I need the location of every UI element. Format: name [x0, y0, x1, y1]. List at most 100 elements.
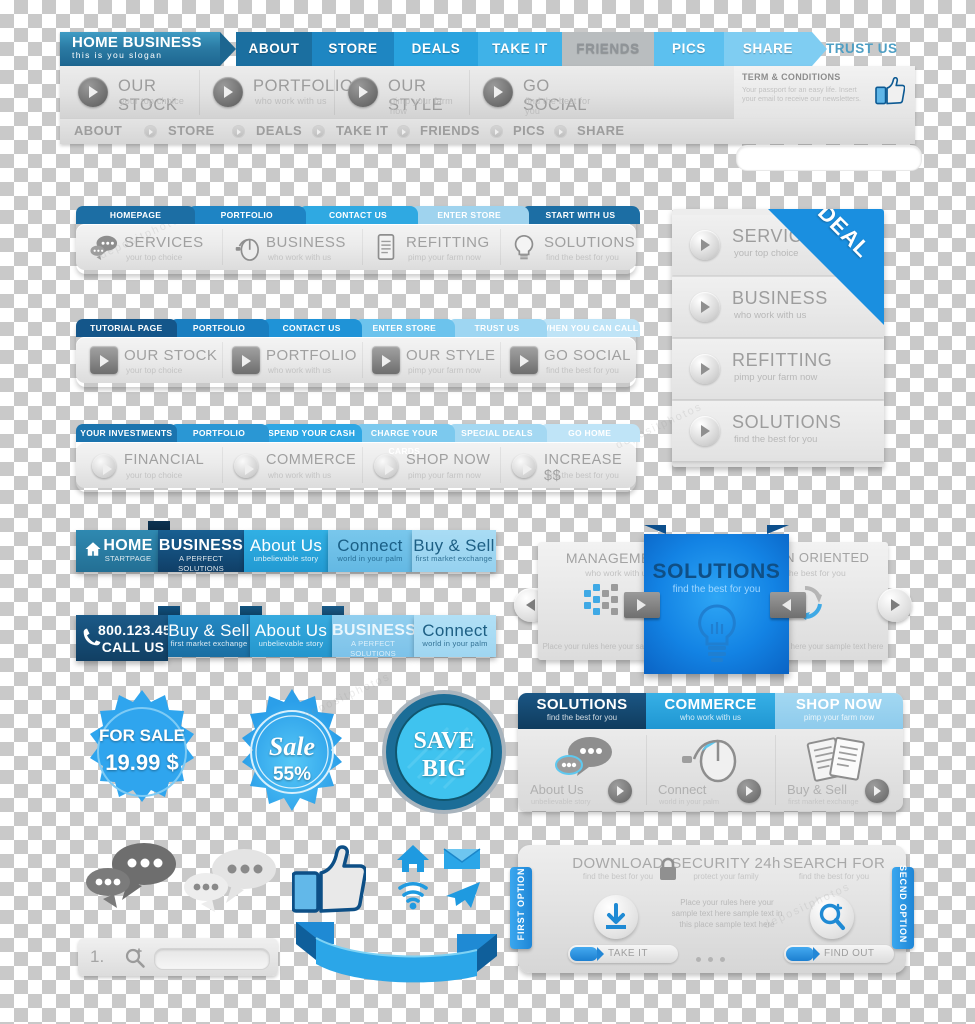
ribbon-connect[interactable]: Connect world in your palm — [328, 530, 412, 572]
play-icon[interactable] — [92, 454, 116, 478]
trust-us-label[interactable]: TRUST US — [826, 32, 898, 66]
deal-corner-ribbon[interactable]: DEAL — [764, 209, 884, 329]
tab-portfolio[interactable]: PORTFOLIO — [168, 424, 270, 442]
take-it-button[interactable]: TAKE IT — [568, 945, 678, 963]
go-button[interactable] — [608, 779, 632, 803]
tab-contact-us[interactable]: CONTACT US — [261, 319, 362, 337]
play-icon[interactable] — [78, 77, 108, 107]
play-icon[interactable] — [90, 346, 118, 374]
ribbon-home[interactable]: HOME STARTPAGE — [76, 530, 158, 572]
tab-contact-us[interactable]: CONTACT US — [298, 206, 418, 224]
tab-special-deals[interactable]: SPECIAL DEALS — [446, 424, 548, 442]
wifi-icon[interactable] — [396, 880, 430, 910]
nav-item-commerce[interactable]: COMMERCE who work with us — [222, 442, 362, 488]
tab-charge-your-cards[interactable]: CHARGE YOUR CARDS — [354, 424, 455, 456]
home-icon[interactable] — [396, 843, 430, 873]
go-button[interactable] — [865, 779, 889, 803]
ribbon-about-us[interactable]: About Us unbelievable story — [244, 530, 328, 572]
tab-go-home[interactable]: GO HOME — [539, 424, 640, 442]
tab-enter-store[interactable]: ENTER STORE — [409, 206, 529, 224]
bottom-nav-deals[interactable]: DEALS — [256, 123, 302, 138]
tab-enter-store[interactable]: ENTER STORE — [354, 319, 455, 337]
ribbon-buy-sell[interactable]: Buy & Sell first market exchange — [158, 606, 250, 657]
search-button[interactable] — [810, 895, 854, 939]
nav-arrow-store[interactable]: STORE — [312, 32, 409, 66]
nav-arrow-about[interactable]: ABOUT — [236, 32, 327, 66]
newsletter-email-input[interactable] — [736, 145, 922, 171]
nav-item-portfolio[interactable]: PORTFOLIO who work with us — [222, 337, 362, 383]
feature-go-social[interactable]: GO SOCIAL find the best for you — [469, 66, 604, 119]
carousel-next-button[interactable] — [878, 588, 912, 622]
nav-arrow-friends[interactable]: FRIENDS — [562, 32, 669, 66]
play-icon[interactable] — [372, 346, 400, 374]
play-icon[interactable] — [213, 77, 243, 107]
ribbon-call-us[interactable]: 800.123.456 CALL US — [76, 615, 179, 661]
nav-item-go-social[interactable]: GO SOCIAL find the best for you — [500, 337, 632, 383]
play-icon[interactable] — [510, 346, 538, 374]
bottom-nav-about[interactable]: ABOUT — [74, 123, 122, 138]
side-tab-first-option[interactable]: FIRST OPTION — [510, 867, 532, 949]
nav-arrow-pics[interactable]: PICS — [654, 32, 739, 66]
card-header-shop-now[interactable]: SHOP NOW pimp your farm now — [775, 693, 903, 729]
play-icon[interactable] — [232, 346, 260, 374]
card-header-commerce[interactable]: COMMERCE who work with us — [646, 693, 775, 729]
pager-dot[interactable] — [696, 957, 701, 962]
carousel-left-tab[interactable] — [624, 592, 660, 618]
bottom-nav-pics[interactable]: PICS — [513, 123, 545, 138]
thumbs-up-icon[interactable] — [292, 845, 366, 913]
ribbon-business[interactable]: BUSINESS A PERFECT SOLUTIONS — [148, 521, 244, 573]
play-icon[interactable] — [512, 454, 536, 478]
pager-dots[interactable] — [696, 957, 725, 962]
tab-homepage[interactable]: HOMEPAGE — [76, 206, 196, 224]
mail-icon[interactable] — [442, 845, 482, 873]
card-header-solutions[interactable]: SOLUTIONS find the best for you — [518, 693, 646, 729]
deal-row-solutions[interactable]: SOLUTIONS find the best for you — [672, 401, 884, 461]
ribbon-business[interactable]: BUSINESS A PERFECT SOLUTIONS — [322, 606, 416, 658]
tab-trust-us[interactable]: TRUST US — [446, 319, 548, 337]
ribbon-connect[interactable]: Connect world in your palm — [414, 615, 496, 657]
airplane-icon[interactable] — [444, 878, 482, 910]
bottom-nav-store[interactable]: STORE — [168, 123, 215, 138]
tab-spend-your-cash[interactable]: SPEND YOUR CASH — [261, 424, 362, 442]
go-button[interactable] — [737, 779, 761, 803]
play-icon[interactable] — [690, 354, 720, 384]
nav-item-refitting[interactable]: REFITTING pimp your farm now — [362, 224, 500, 270]
ribbon-buy-sell[interactable]: Buy & Sell first market exchange — [412, 530, 496, 572]
pager-dot[interactable] — [720, 957, 725, 962]
carousel-right-tab[interactable] — [770, 592, 806, 618]
nav-item-business[interactable]: BUSINESS who work with us — [222, 224, 362, 270]
nav-item-our-stock[interactable]: OUR STOCK your top choice — [80, 337, 222, 383]
nav-item-increase[interactable]: INCREASE $$ find the best for you — [500, 442, 632, 488]
nav-item-our-style[interactable]: OUR STYLE pimp your farm now — [362, 337, 500, 383]
nav-item-solutions[interactable]: SOLUTIONS find the best for you — [500, 224, 635, 270]
for-sale-badge[interactable]: FOR SALE 19.99 $ — [78, 688, 206, 816]
bottom-nav-share[interactable]: SHARE — [577, 123, 625, 138]
nav-item-services[interactable]: SERVICES your top choice — [80, 224, 222, 270]
play-icon[interactable] — [348, 77, 378, 107]
brand-block[interactable]: HOME BUSINESS this is you slogan — [60, 32, 236, 66]
sale-badge[interactable]: Sale 55% — [228, 688, 356, 816]
carousel-card-solutions[interactable]: SOLUTIONS find the best for you — [644, 525, 789, 674]
save-big-badge[interactable]: SAVE BIG — [380, 688, 508, 816]
card-body-about-us[interactable]: About Us unbelievable story — [518, 729, 646, 811]
pager-dot[interactable] — [708, 957, 713, 962]
play-icon[interactable] — [483, 77, 513, 107]
nav-arrow-take-it[interactable]: TAKE IT — [478, 32, 577, 66]
bottom-nav-friends[interactable]: FRIENDS — [420, 123, 480, 138]
side-tab-second-option[interactable]: SECND OPTION — [892, 865, 914, 949]
play-icon[interactable] — [690, 292, 720, 322]
nav-item-shop-now[interactable]: SHOP NOW pimp your farm now — [362, 442, 500, 488]
feature-our-stock[interactable]: OUR STOCK your top choice — [64, 66, 199, 119]
nav-arrow-share[interactable]: SHARE — [724, 32, 827, 66]
play-icon[interactable] — [690, 416, 720, 446]
card-body-buy-sell[interactable]: Buy & Sell first market exchange — [775, 729, 903, 811]
deal-row-refitting[interactable]: REFITTING pimp your farm now — [672, 339, 884, 399]
card-body-connect[interactable]: Connect world in your palm — [646, 729, 775, 811]
tab-portfolio[interactable]: PORTFOLIO — [168, 319, 270, 337]
play-icon[interactable] — [690, 230, 720, 260]
nav-arrow-deals[interactable]: DEALS — [394, 32, 493, 66]
feature-portfolio[interactable]: PORTFOLIO who work with us — [199, 66, 353, 119]
find-out-button[interactable]: FIND OUT — [784, 945, 894, 963]
tab-your-investments[interactable]: YOUR INVESTMENTS — [76, 424, 177, 442]
tab-start-with-us[interactable]: START WITH US — [520, 206, 640, 224]
